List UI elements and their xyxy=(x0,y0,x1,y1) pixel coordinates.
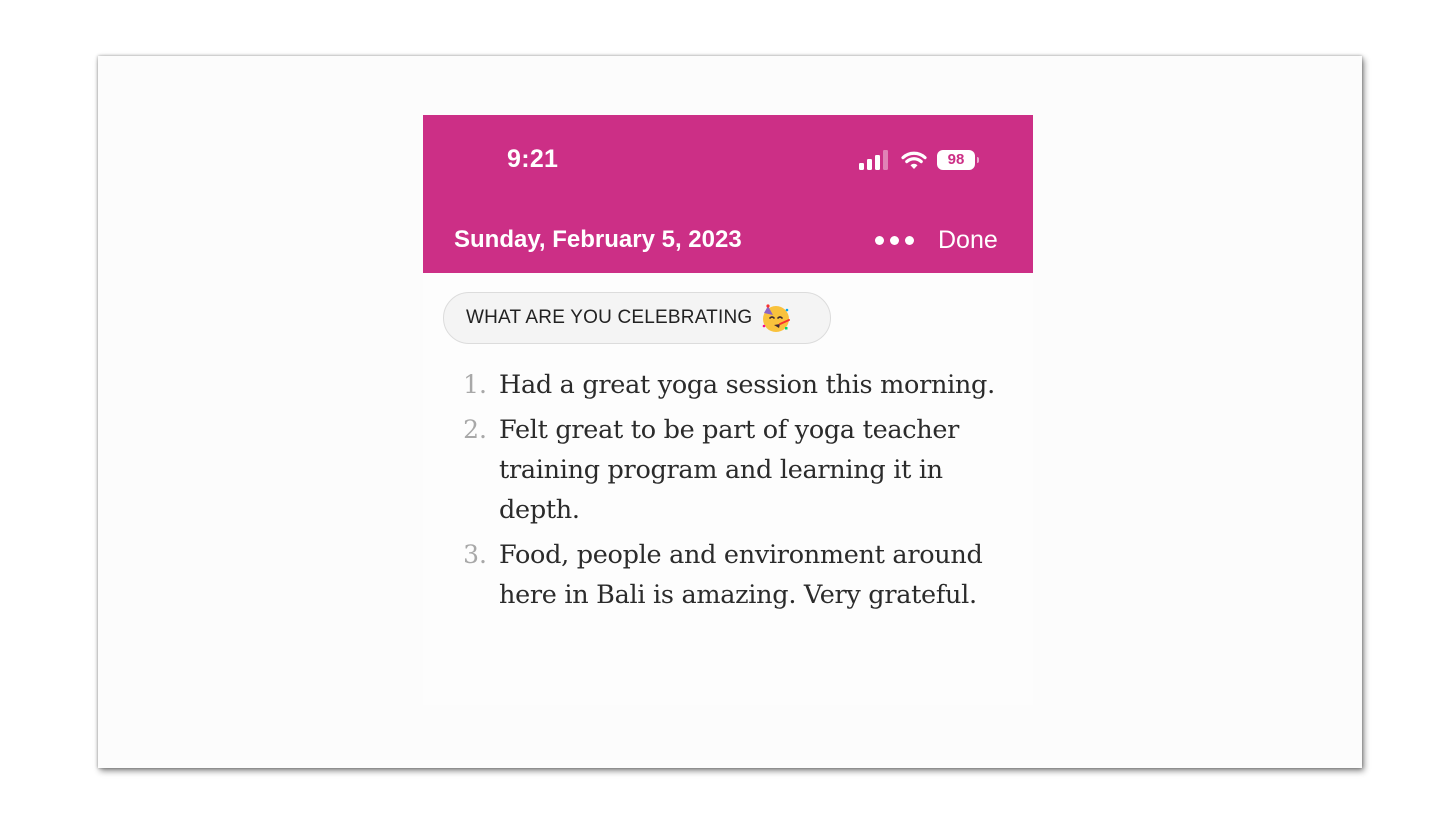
prompt-chip[interactable]: WHAT ARE YOU CELEBRATING xyxy=(443,292,831,344)
battery-level: 98 xyxy=(937,150,975,170)
journal-entry-screen: 9:21 98 Sunday, February 5, 2023 Done WH… xyxy=(423,115,1033,705)
more-icon[interactable] xyxy=(875,235,915,247)
prompt-label: WHAT ARE YOU CELEBRATING xyxy=(466,307,753,328)
done-button[interactable]: Done xyxy=(938,226,998,255)
signal-icon xyxy=(859,150,888,170)
battery-icon: 98 xyxy=(937,150,979,170)
more-dot xyxy=(890,236,899,245)
battery-nub xyxy=(977,157,979,163)
list-item-number: 3. xyxy=(463,540,487,569)
list-item[interactable]: 2. Felt great to be part of yoga teacher… xyxy=(423,410,1033,530)
entry-date-title: Sunday, February 5, 2023 xyxy=(454,226,742,253)
list-item-text: Had a great yoga session this morning. xyxy=(499,370,995,400)
status-time: 9:21 xyxy=(507,145,559,173)
list-item-number: 2. xyxy=(463,415,487,444)
list-item-text: Food, people and environment around here… xyxy=(499,540,983,610)
more-dot xyxy=(905,236,914,245)
header-bar: 9:21 98 Sunday, February 5, 2023 Done xyxy=(423,115,1033,273)
list-item-text: Felt great to be part of yoga teacher tr… xyxy=(499,415,960,525)
list-item-number: 1. xyxy=(463,370,487,399)
wifi-icon xyxy=(901,151,927,169)
celebration-list[interactable]: 1. Had a great yoga session this morning… xyxy=(423,365,1033,620)
partying-face-icon xyxy=(763,304,791,332)
status-icons: 98 xyxy=(859,149,979,171)
list-item[interactable]: 3. Food, people and environment around h… xyxy=(423,535,1033,615)
more-dot xyxy=(875,236,884,245)
list-item[interactable]: 1. Had a great yoga session this morning… xyxy=(423,365,1033,405)
